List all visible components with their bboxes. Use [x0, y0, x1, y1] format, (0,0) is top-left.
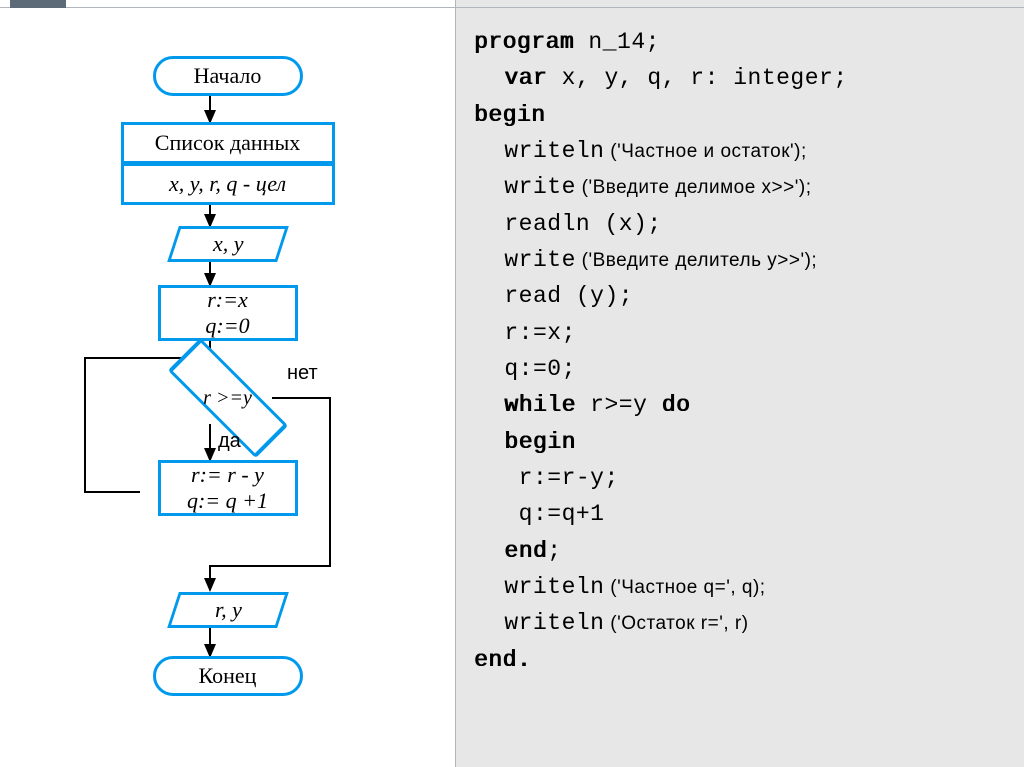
flow-decision: r >=y — [182, 375, 274, 421]
code-line: r:=x; — [474, 315, 1006, 351]
flow-label-no: нет — [287, 362, 318, 385]
code-line: r:=r-y; — [474, 460, 1006, 496]
code-line: while r>=y do — [474, 387, 1006, 423]
code-line: q:=q+1 — [474, 496, 1006, 532]
code-line: writeln ('Частное q=', q); — [474, 569, 1006, 605]
code-line: writeln ('Частное и остаток'); — [474, 133, 1006, 169]
code-line: write ('Введите делимое x>>'); — [474, 169, 1006, 205]
code-line: end; — [474, 533, 1006, 569]
code-line: q:=0; — [474, 351, 1006, 387]
code-line: begin — [474, 424, 1006, 460]
flow-proc-init-l1: r:=x — [205, 287, 249, 313]
flow-io-output: r, y — [167, 592, 289, 628]
flow-io-output-label: r, y — [214, 597, 241, 623]
code-line: program n_14; — [474, 24, 1006, 60]
flow-label-yes: да — [218, 430, 241, 453]
code-line: var x, y, q, r: integer; — [474, 60, 1006, 96]
flow-end: Конец — [153, 656, 303, 696]
flow-data-vars: x, y, r, q - цел — [121, 163, 335, 205]
code-line: write ('Введите делитель y>>'); — [474, 242, 1006, 278]
code-line: read (y); — [474, 278, 1006, 314]
flow-proc-init-l2: q:=0 — [205, 313, 249, 339]
code-panel: program n_14; var x, y, q, r: integer; b… — [455, 0, 1024, 767]
flow-proc-body-l2: q:= q +1 — [187, 488, 268, 514]
flow-proc-body-l1: r:= r - y — [187, 462, 268, 488]
flow-proc-body: r:= r - y q:= q +1 — [158, 460, 298, 516]
code-line: readln (x); — [474, 206, 1006, 242]
flow-proc-init: r:=x q:=0 — [158, 285, 298, 341]
code-line: begin — [474, 97, 1006, 133]
flow-start: Начало — [153, 56, 303, 96]
flow-io-input-label: x, y — [212, 231, 243, 257]
code-line: end. — [474, 642, 1006, 678]
flow-decision-label: r >=y — [182, 375, 274, 421]
flowchart-panel: Начало Список данных x, y, r, q - цел x,… — [0, 0, 455, 767]
flow-data-header: Список данных — [121, 122, 335, 164]
flow-io-input: x, y — [167, 226, 289, 262]
code-line: writeln ('Остаток r=', r) — [474, 605, 1006, 641]
